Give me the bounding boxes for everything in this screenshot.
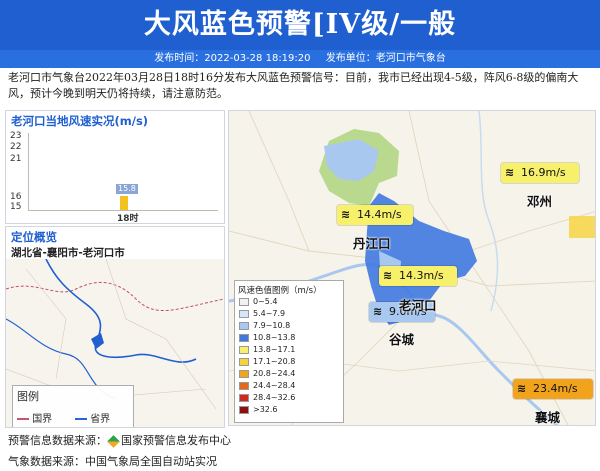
page-title: 大风蓝色预警[IV级/一般 [143,9,457,40]
wind-speed-legend: 风速色值图例（m/s） 0~5.4 5.4~7.9 7.9~10.8 10.8~… [234,280,344,423]
city-label-dengzhou: 邓州 [527,194,553,209]
x-tick: 18时 [117,214,139,224]
warning-source-name[interactable]: 国家预警信息发布中心 [121,434,231,447]
overview-legend: 图例 国界 省界 [12,385,134,427]
y-tick: 15 [10,202,22,212]
wind-icon: ≋ [341,208,351,221]
wind-icon: ≋ [383,269,393,282]
y-tick: 21 [10,154,22,164]
legend-title: 图例 [17,390,39,403]
wind-tag-dengzhou[interactable]: ≋ 16.9m/s [501,163,579,183]
y-tick: 16 [10,192,22,202]
wind-icon: ≋ [517,382,527,395]
location-panel-title: 定位概览 [11,230,57,244]
wind-bar [120,195,128,210]
warning-description: 老河口市气象台2022年03月28日18时16分发布大风蓝色预警信号：目前，我市… [8,71,579,100]
wind-speed-panel: 老河口当地风速实况(m/s) 23 22 21 16 15 15.8 18时 [5,110,225,224]
wind-tag-danjiangkou[interactable]: ≋ 14.4m/s [337,205,413,225]
y-tick: 23 [10,131,22,141]
chart-axis [28,133,29,211]
publisher: 发布单位：老河口市气象台 [325,53,446,64]
warning-source-label: 预警信息数据来源： [8,434,107,447]
city-label-danjiangkou: 丹江口 [353,236,391,251]
warning-center-logo-icon [107,434,120,448]
y-tick: 22 [10,142,22,152]
weather-source-line: 气象数据来源：中国气象局全国自动站实况 [8,455,217,468]
legend-item-provincial-border: 省界 [75,410,110,425]
wind-panel-title: 老河口当地风速实况(m/s) [11,114,149,128]
wind-bar-value-label: 15.8 [116,183,138,194]
overview-map[interactable]: 图例 国界 省界 [6,259,224,427]
wind-icon: ≋ [505,166,515,179]
wind-legend-title: 风速色值图例（m/s） [238,286,322,296]
city-label-laohekou: 老河口 [399,298,437,313]
warning-source-line: 预警信息数据来源： 国家预警信息发布中心 [8,432,231,448]
wind-icon: ≋ [373,305,383,318]
location-subtitle: 湖北省-襄阳市-老河口市 [11,247,125,259]
legend-item-national-border: 国界 [17,410,52,425]
info-bar: 发布时间：2022-03-28 18:19:20 发布单位：老河口市气象台 [0,50,600,68]
publish-time: 发布时间：2022-03-28 18:19:20 [154,53,311,64]
wind-tag-xiangcheng[interactable]: ≋ 23.4m/s [513,379,593,399]
wind-tag-laohekou[interactable]: ≋ 14.3m/s [379,266,457,286]
city-label-gucheng: 谷城 [389,332,415,347]
city-label-xiangcheng: 襄城 [535,410,561,425]
header-banner: 大风蓝色预警[IV级/一般 [0,0,600,50]
location-panel: 定位概览 湖北省-襄阳市-老河口市 图例 国界 省界 [5,226,225,428]
main-map[interactable]: 风速色值图例（m/s） 0~5.4 5.4~7.9 7.9~10.8 10.8~… [228,110,596,426]
